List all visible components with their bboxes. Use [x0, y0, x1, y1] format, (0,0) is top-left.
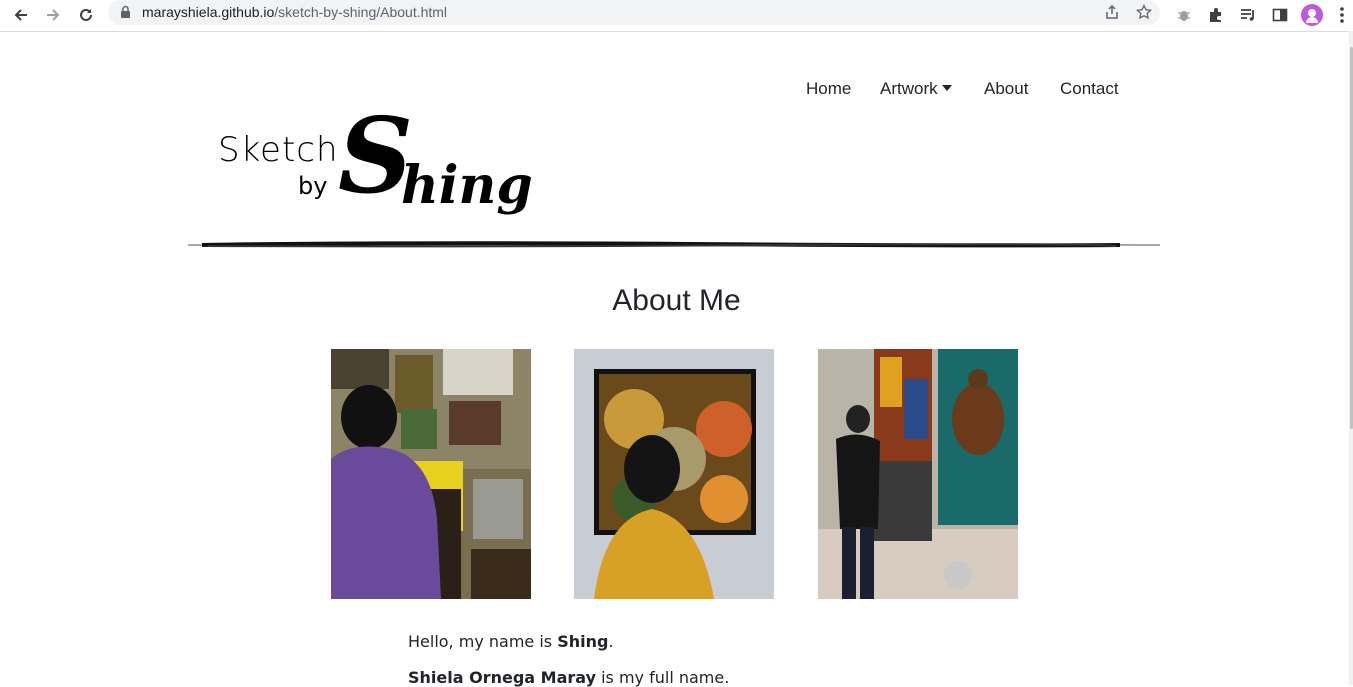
reading-list-icon[interactable]	[1236, 3, 1260, 27]
fullname-suffix: is my full name.	[596, 668, 730, 687]
forward-icon[interactable]	[41, 3, 65, 27]
site-nav: Home Artwork About Contact	[0, 79, 1353, 101]
share-icon[interactable]	[1100, 0, 1124, 24]
intro-suffix: .	[608, 632, 614, 651]
extensions-puzzle-icon[interactable]	[1204, 3, 1228, 27]
url-host: marayshiela.github.io	[142, 4, 275, 20]
fullname-paragraph: Shiela Ornega Maray is my full name.	[408, 668, 729, 687]
nav-artwork-dropdown[interactable]: Artwork	[880, 79, 952, 99]
lock-icon	[120, 5, 131, 24]
photo-painting-at-desk	[331, 349, 531, 599]
nav-home-link[interactable]: Home	[806, 79, 851, 99]
logo-hing-text: hing	[401, 155, 533, 216]
logo-sketch-text: Sketch	[218, 130, 339, 170]
photo-viewing-artwork	[574, 349, 774, 599]
logo-by-text: by	[298, 172, 328, 200]
url-text: marayshiela.github.io/sketch-by-shing/Ab…	[142, 4, 447, 20]
nav-about-link[interactable]: About	[984, 79, 1028, 99]
intro-prefix: Hello, my name is	[408, 632, 558, 651]
intro-name: Shing	[557, 632, 609, 651]
profile-avatar-icon[interactable]	[1300, 3, 1324, 27]
address-bar[interactable]: marayshiela.github.io/sketch-by-shing/Ab…	[108, 0, 1160, 25]
back-icon[interactable]	[9, 3, 33, 27]
side-panel-icon[interactable]	[1268, 3, 1292, 27]
fullname-text: Shiela Ornega Maray	[408, 668, 596, 687]
photo-gallery-exhibit	[818, 349, 1018, 599]
url-path: /sketch-by-shing/About.html	[274, 4, 448, 20]
intro-paragraph: Hello, my name is Shing.	[408, 632, 614, 651]
nav-contact-link[interactable]: Contact	[1060, 79, 1119, 99]
page-title: About Me	[612, 284, 741, 317]
site-logo[interactable]: Sketch by S hing	[218, 104, 533, 230]
caret-down-icon	[941, 85, 952, 91]
bookmark-star-icon[interactable]	[1132, 0, 1156, 24]
nav-artwork-label: Artwork	[880, 79, 938, 98]
menu-kebab-icon[interactable]	[1332, 3, 1352, 27]
bug-extension-icon[interactable]	[1172, 3, 1196, 27]
browser-toolbar: marayshiela.github.io/sketch-by-shing/Ab…	[0, 0, 1353, 32]
brush-divider	[188, 241, 1160, 248]
reload-icon[interactable]	[74, 3, 98, 27]
